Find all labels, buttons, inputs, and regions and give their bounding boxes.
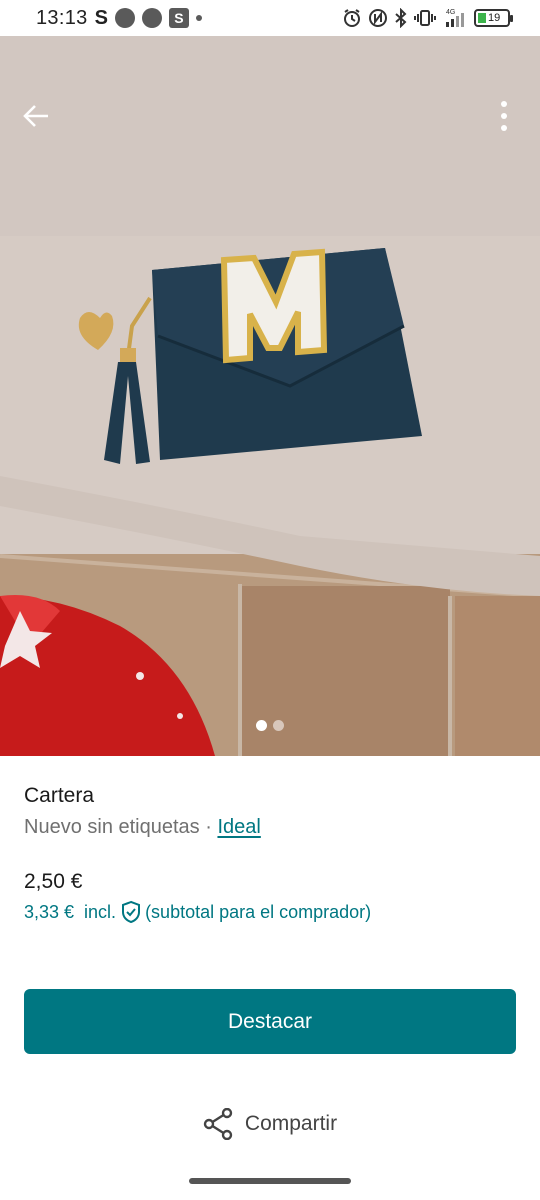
status-left: 13:13 S S [36, 7, 202, 30]
item-title: Cartera [24, 784, 95, 807]
share-label: Compartir [244, 1112, 338, 1135]
condition-separator: · [199, 816, 218, 838]
wallet-photo [0, 36, 540, 756]
share-button[interactable]: Compartir [0, 1103, 540, 1145]
notification-circle-icon [114, 8, 135, 28]
incl-label: incl. [84, 901, 117, 922]
item-condition: Nuevo sin etiquetas · Ideal [24, 816, 261, 839]
total-price: 3,33 € [24, 901, 75, 922]
status-time: 13:13 [36, 6, 88, 29]
battery-icon: 19 [474, 9, 513, 27]
carousel-pagination [0, 720, 540, 731]
signal-icon: 4G [442, 7, 468, 29]
buyer-note: (subtotal para el comprador) [145, 901, 372, 922]
buyer-total[interactable]: 3,33 € incl. (subtotal para el comprador… [24, 900, 371, 924]
pagination-dot-active[interactable] [256, 720, 267, 731]
alarm-icon [342, 8, 362, 28]
battery-level: 19 [488, 12, 501, 24]
more-vertical-icon [501, 101, 507, 131]
vibrate-icon [414, 8, 436, 28]
bluetooth-icon [394, 8, 408, 28]
nfc-icon [368, 8, 388, 28]
condition-text: Nuevo sin etiquetas [24, 816, 200, 838]
condition-link[interactable]: Ideal [217, 816, 260, 838]
more-notifications-icon [195, 15, 202, 21]
svg-text:4G: 4G [446, 9, 455, 16]
more-options-button[interactable] [486, 96, 522, 136]
share-icon [203, 1108, 233, 1140]
item-photo-carousel[interactable] [0, 36, 540, 756]
pagination-dot[interactable] [273, 720, 284, 731]
highlight-button[interactable]: Destacar [24, 989, 516, 1054]
s-notification-icon: S [94, 6, 108, 29]
notification-circle-icon [141, 8, 162, 28]
status-right: 4G 19 [342, 7, 513, 29]
status-bar: 13:13 S S 4G 19 [0, 0, 540, 36]
item-price: 2,50 € [24, 870, 83, 893]
home-indicator[interactable] [189, 1178, 351, 1184]
buyer-protection-shield-icon [120, 900, 142, 924]
battery-fill [478, 13, 486, 23]
s-app-icon: S [168, 8, 189, 28]
back-button[interactable] [16, 96, 56, 136]
back-arrow-icon [23, 105, 48, 127]
